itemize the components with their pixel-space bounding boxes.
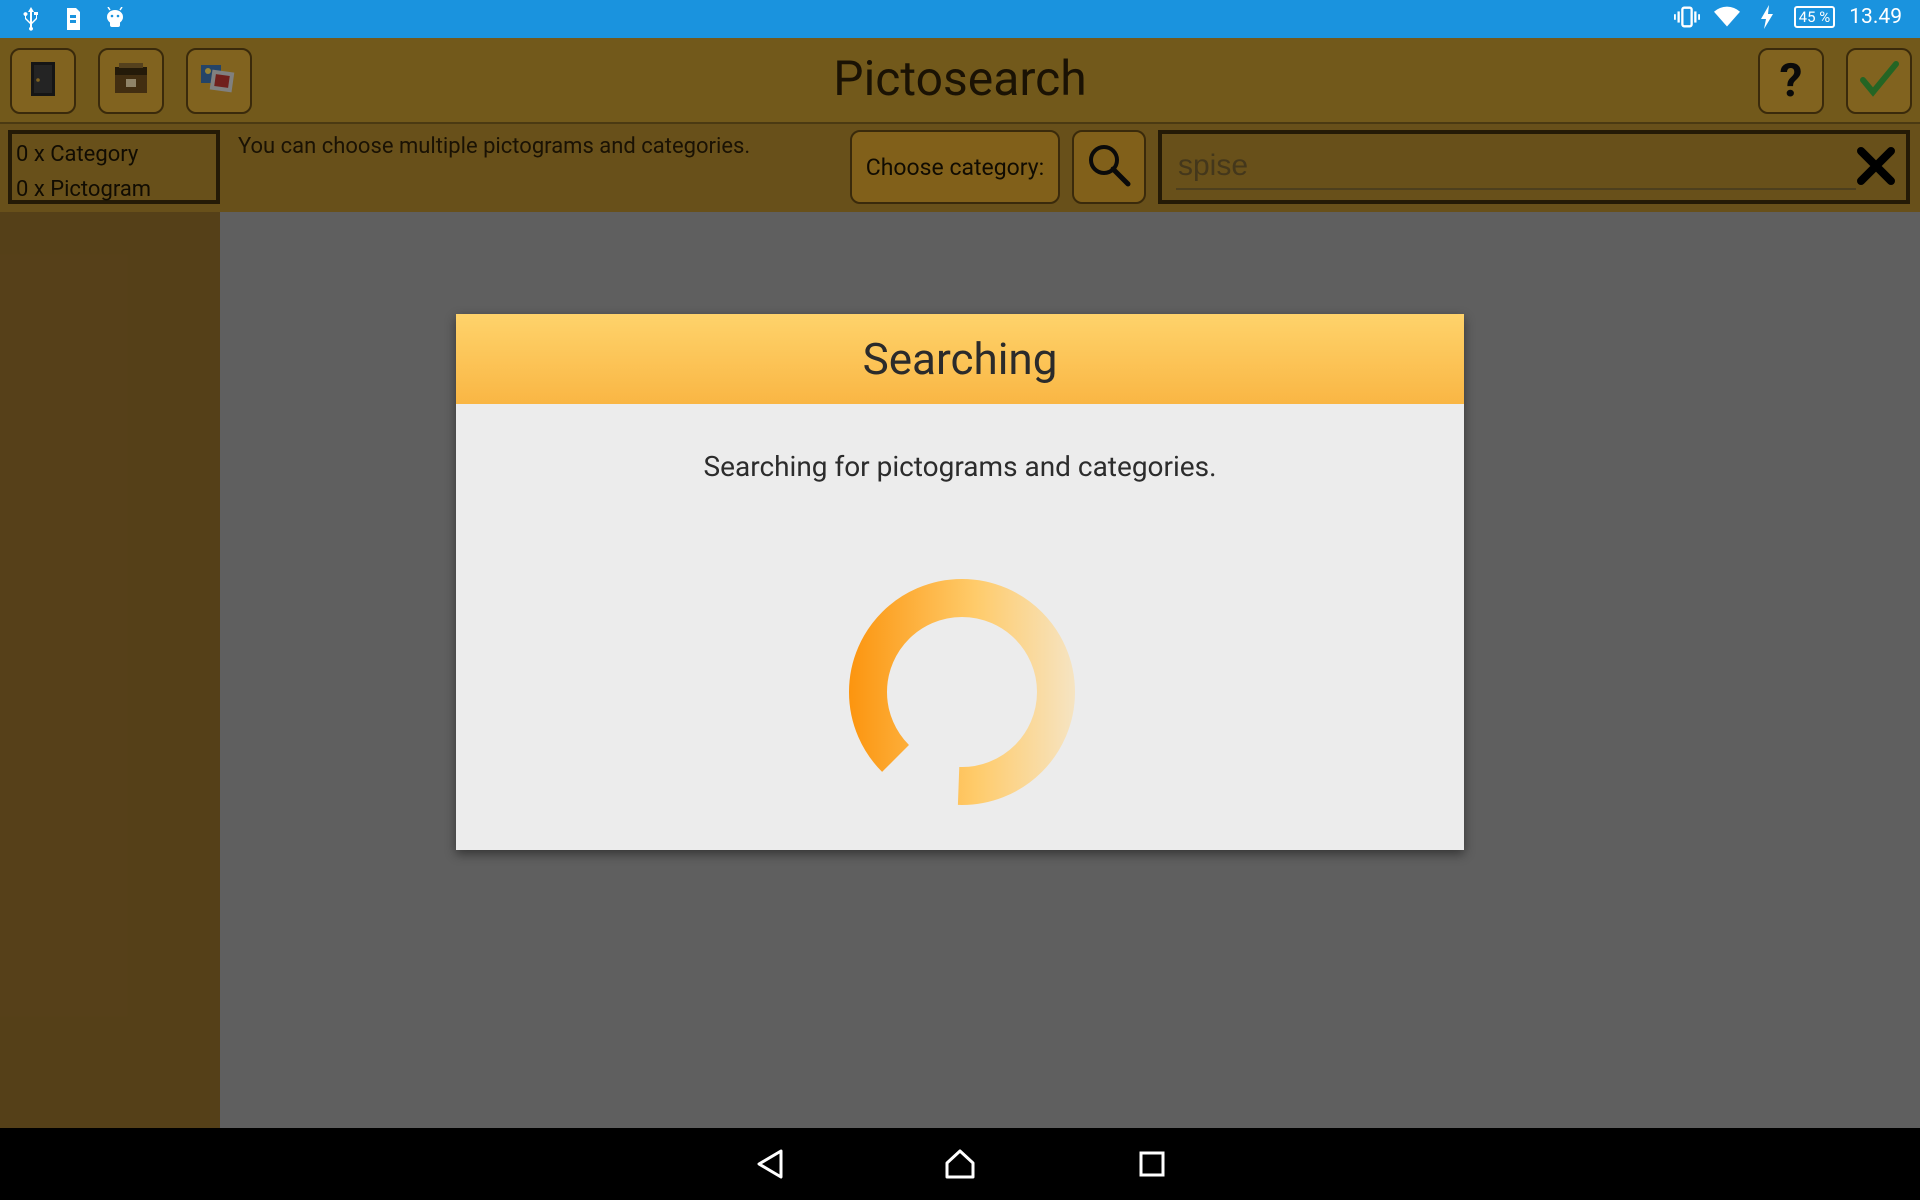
charging-icon (1754, 4, 1780, 30)
wifi-icon (1713, 4, 1740, 30)
navigation-bar (0, 1128, 1920, 1200)
loading-spinner (846, 576, 1078, 808)
sim-icon (60, 6, 86, 32)
dialog-message: Searching for pictograms and categories. (703, 450, 1217, 483)
searching-dialog: Searching Searching for pictograms and c… (456, 314, 1464, 850)
back-button[interactable] (750, 1144, 790, 1184)
recents-icon (1139, 1151, 1165, 1177)
usb-icon (18, 6, 44, 32)
clock: 13.49 (1849, 5, 1902, 29)
battery-indicator: 45 % (1793, 6, 1836, 28)
status-bar: 45 % 13.49 (0, 0, 1920, 38)
home-button[interactable] (940, 1144, 980, 1184)
android-icon (102, 6, 128, 32)
dialog-title: Searching (456, 314, 1464, 404)
home-icon (945, 1149, 975, 1179)
back-icon (757, 1149, 783, 1179)
vibrate-icon (1673, 4, 1700, 30)
recents-button[interactable] (1132, 1144, 1172, 1184)
